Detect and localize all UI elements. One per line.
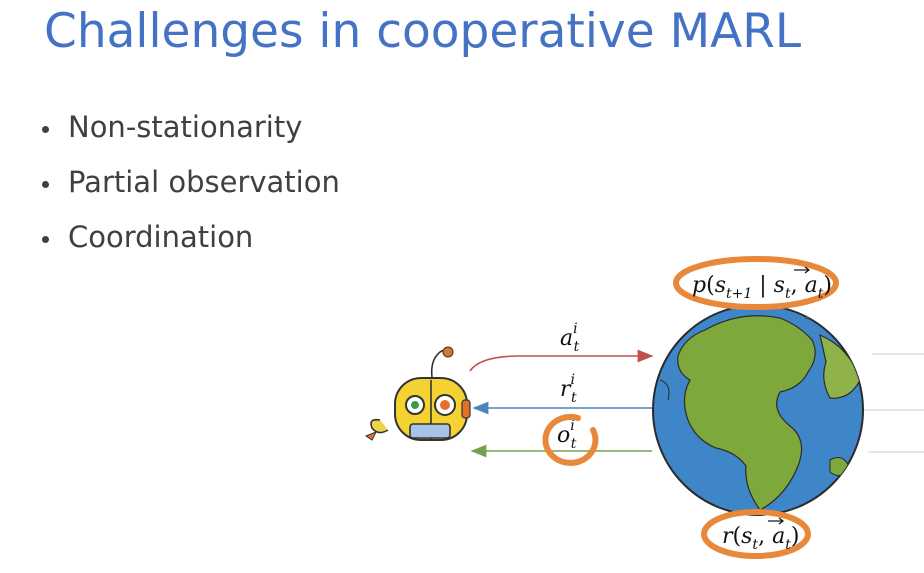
action-arrow [469, 349, 654, 372]
faint-arrows [862, 353, 924, 453]
reward-label: ri t [560, 372, 577, 406]
reward-function-label: r(st, at) [722, 524, 799, 553]
observation-label: oi t [557, 418, 577, 452]
agent-environment-diagram: ai t ri t oi t p(st+1 | st, at) r(st, at) [364, 256, 924, 559]
robot-agent-icon [364, 346, 471, 441]
transition-function-label: p(st+1 | st, at) [692, 273, 832, 302]
earth-globe-icon [652, 304, 864, 516]
action-label: ai t [560, 321, 580, 355]
